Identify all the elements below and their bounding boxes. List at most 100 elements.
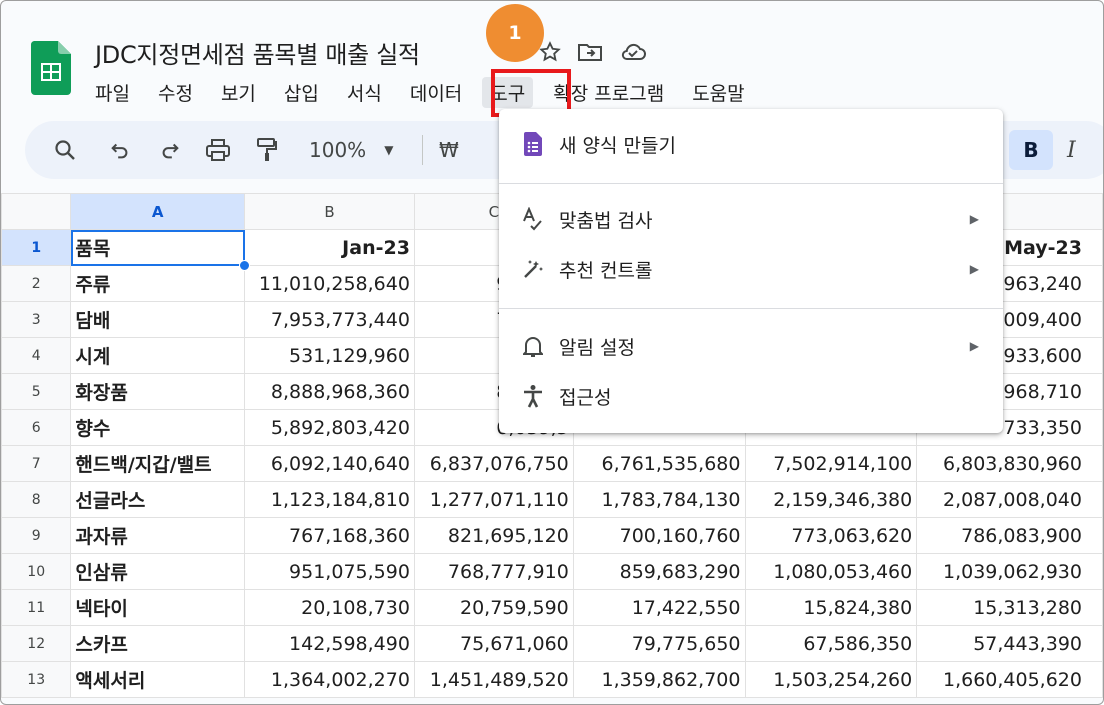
row-header[interactable]: 11 [1,589,72,626]
cell-feb[interactable]: 1,451,489,520 [413,661,574,698]
zoom-select[interactable]: 100% ▼ [309,121,393,179]
cell-apr[interactable]: 773,063,620 [744,517,918,554]
row-header[interactable]: 7 [1,445,72,482]
cell-apr[interactable]: 7,502,914,100 [744,445,918,482]
column-header-a[interactable]: A [70,193,246,230]
cell-may[interactable]: 15,313,280 [916,589,1103,626]
cell-item-name[interactable]: 넥타이 [70,589,246,626]
cell-apr[interactable]: 67,586,350 [744,625,918,662]
row-header-1[interactable]: 1 [1,229,72,266]
select-all-corner[interactable] [1,193,72,230]
cell-item-name[interactable]: 핸드백/지갑/밸트 [70,445,246,482]
redo-icon[interactable] [159,121,181,179]
cell-mar[interactable]: 6,761,535,680 [572,445,746,482]
cell-mar[interactable]: 79,775,650 [572,625,746,662]
cell-feb[interactable]: 6,837,076,750 [413,445,574,482]
toolbar-divider [422,135,423,165]
menu-item-notification-settings[interactable]: 알림 설정 ▶ [499,323,1003,369]
menu-item-label: 새 양식 만들기 [559,134,676,157]
cell-may[interactable]: 1,039,062,930 [916,553,1103,590]
row-header[interactable]: 2 [1,265,72,302]
cell-apr[interactable]: 1,080,053,460 [744,553,918,590]
cell-mar[interactable]: 859,683,290 [572,553,746,590]
cell-apr[interactable]: 1,503,254,260 [744,661,918,698]
menu-item-suggestion-controls[interactable]: 추천 컨트롤 ▶ [499,246,1003,292]
cell-may[interactable]: 1,660,405,620 [916,661,1103,698]
print-icon[interactable] [205,121,231,179]
cell-feb[interactable]: 20,759,590 [413,589,574,626]
row-header[interactable]: 12 [1,625,72,662]
row-header[interactable]: 8 [1,481,72,518]
cell-may[interactable]: 2,087,008,040 [916,481,1103,518]
cell-jan[interactable]: 7,953,773,440 [244,301,415,338]
submenu-arrow-icon: ▶ [969,262,979,276]
menu-item-accessibility[interactable]: 접근성 [499,373,1003,419]
menu-item-spellcheck[interactable]: 맞춤법 검사 ▶ [499,196,1003,242]
cell-jan[interactable]: 1,123,184,810 [244,481,415,518]
row-header[interactable]: 5 [1,373,72,410]
document-title[interactable]: JDC지정면세점 품목별 매출 실적 [95,35,420,70]
menu-format[interactable]: 서식 [347,79,382,106]
row-header[interactable]: 4 [1,337,72,374]
cell-jan[interactable]: 20,108,730 [244,589,415,626]
cell-jan[interactable]: 142,598,490 [244,625,415,662]
row-header[interactable]: 13 [1,661,72,698]
cell-mar[interactable]: 1,783,784,130 [572,481,746,518]
menu-data[interactable]: 데이터 [410,79,462,106]
menu-help[interactable]: 도움말 [692,79,744,106]
column-header-b[interactable]: B [244,193,415,230]
cell-mar[interactable]: 1,359,862,700 [572,661,746,698]
cell-item-name[interactable]: 스카프 [70,625,246,662]
cell-item-name[interactable]: 과자류 [70,517,246,554]
row-header[interactable]: 6 [1,409,72,446]
cell-item-name[interactable]: 선글라스 [70,481,246,518]
undo-icon[interactable] [109,121,131,179]
cell-apr[interactable]: 2,159,346,380 [744,481,918,518]
cell-feb[interactable]: 821,695,120 [413,517,574,554]
search-menus-icon[interactable] [53,121,77,179]
cell-feb[interactable]: 75,671,060 [413,625,574,662]
cell-a1[interactable]: 품목 [70,229,246,266]
cell-jan[interactable]: 767,168,360 [244,517,415,554]
cell-item-name[interactable]: 담배 [70,301,246,338]
cell-item-name[interactable]: 액세서리 [70,661,246,698]
cell-mar[interactable]: 700,160,760 [572,517,746,554]
cell-item-name[interactable]: 화장품 [70,373,246,410]
cell-jan[interactable]: 11,010,258,640 [244,265,415,302]
italic-button[interactable]: I [1067,121,1076,179]
cell-apr[interactable]: 15,824,380 [744,589,918,626]
row-header[interactable]: 10 [1,553,72,590]
cell-jan[interactable]: 1,364,002,270 [244,661,415,698]
menu-file[interactable]: 파일 [95,79,130,106]
cloud-saved-icon[interactable] [619,41,647,63]
cell-item-name[interactable]: 시계 [70,337,246,374]
star-icon[interactable] [539,41,561,63]
cell-may[interactable]: 786,083,900 [916,517,1103,554]
row-header[interactable]: 3 [1,301,72,338]
cell-item-name[interactable]: 주류 [70,265,246,302]
move-folder-icon[interactable] [577,41,603,63]
menu-view[interactable]: 보기 [221,79,256,106]
menu-edit[interactable]: 수정 [158,79,193,106]
cell-jan[interactable]: 5,892,803,420 [244,409,415,446]
currency-format-button[interactable]: ₩ [439,121,459,179]
menu-insert[interactable]: 삽입 [284,79,319,106]
fill-handle[interactable] [239,260,250,271]
sheets-logo-icon[interactable] [30,41,71,95]
cell-feb[interactable]: 768,777,910 [413,553,574,590]
cell-jan[interactable]: 6,092,140,640 [244,445,415,482]
cell-jan[interactable]: 8,888,968,360 [244,373,415,410]
cell-may[interactable]: 6,803,830,960 [916,445,1103,482]
cell-b1[interactable]: Jan-23 [244,229,415,266]
cell-item-name[interactable]: 향수 [70,409,246,446]
cell-feb[interactable]: 1,277,071,110 [413,481,574,518]
cell-may[interactable]: 57,443,390 [916,625,1103,662]
cell-mar[interactable]: 17,422,550 [572,589,746,626]
row-header[interactable]: 9 [1,517,72,554]
cell-jan[interactable]: 531,129,960 [244,337,415,374]
paint-format-icon[interactable] [255,121,279,179]
cell-item-name[interactable]: 인삼류 [70,553,246,590]
bold-button[interactable]: B [1009,130,1053,170]
menu-item-create-form[interactable]: 새 양식 만들기 [499,121,1003,167]
cell-jan[interactable]: 951,075,590 [244,553,415,590]
